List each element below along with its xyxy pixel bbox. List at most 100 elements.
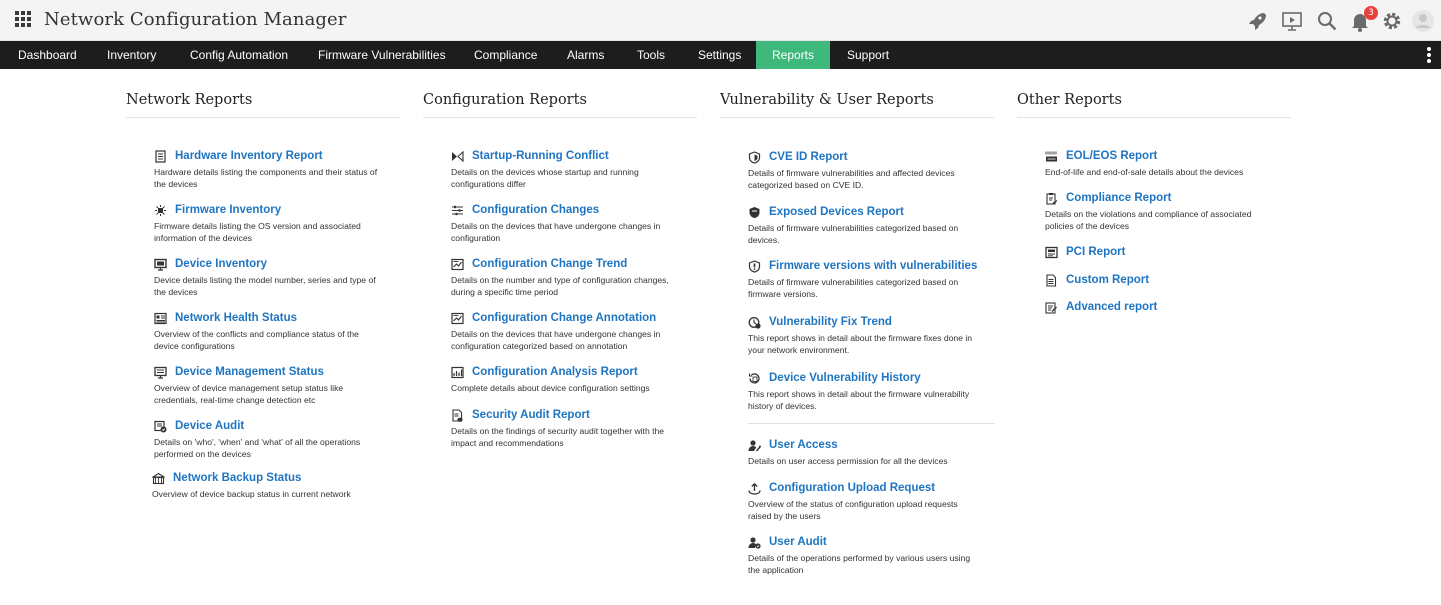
search-icon[interactable] [1315,9,1339,33]
report-advanced[interactable]: Advanced report [1045,299,1295,315]
report-link[interactable]: User Audit [769,536,827,548]
notification-badge[interactable]: 3 [1364,6,1378,20]
apps-grid-icon[interactable] [15,11,31,27]
pci-icon [1045,246,1058,259]
document-icon [154,149,167,163]
configuration-reports-column: Configuration Reports Startup-Running Co… [423,92,697,448]
report-link[interactable]: Configuration Analysis Report [472,366,638,378]
vulnerability-user-reports-column: Vulnerability & User Reports CVE ID Repo… [720,92,995,575]
report-link[interactable]: Device Audit [175,420,244,432]
report-description: Details on the number and type of config… [451,275,669,297]
trend-chart-icon [451,258,464,271]
report-security-audit[interactable]: Security Audit Report Details on the fin… [451,407,701,449]
more-options-icon[interactable] [1427,47,1431,63]
report-link[interactable]: Configuration Change Annotation [472,312,656,324]
report-network-backup-status[interactable]: Network Backup Status Overview of device… [152,470,402,501]
report-link[interactable]: Network Health Status [175,312,297,324]
nav-alarms[interactable]: Alarms [567,41,604,69]
history-icon [748,372,761,385]
report-description: Overview of the status of configuration … [748,499,958,521]
report-configuration-upload-request[interactable]: Configuration Upload Request Overview of… [748,480,998,522]
report-firmware-inventory[interactable]: Firmware Inventory Firmware details list… [154,202,404,244]
report-description: Details on 'who', 'when' and 'what' of a… [154,437,361,459]
report-link[interactable]: PCI Report [1066,246,1125,258]
report-device-inventory[interactable]: Device Inventory Device details listing … [154,256,404,298]
report-link[interactable]: Configuration Changes [472,204,599,216]
report-link[interactable]: Configuration Upload Request [769,482,935,494]
report-link[interactable]: Exposed Devices Report [769,206,904,218]
report-description: Details on the devices whose startup and… [451,167,639,189]
report-link[interactable]: Configuration Change Trend [472,258,627,270]
report-link[interactable]: Hardware Inventory Report [175,150,323,162]
report-link[interactable]: Advanced report [1066,301,1157,313]
nav-dashboard[interactable]: Dashboard [18,41,77,69]
report-firmware-versions-vulnerabilities[interactable]: Firmware versions with vulnerabilities D… [748,258,998,300]
desktop-icon [154,366,167,379]
analysis-icon [451,366,464,379]
report-link[interactable]: Network Backup Status [173,472,301,484]
report-link[interactable]: Compliance Report [1066,192,1171,204]
report-description: Details on the findings of security audi… [451,426,665,448]
report-description: Overview of device backup status in curr… [152,489,351,499]
health-card-icon [154,312,167,325]
report-vulnerability-fix-trend[interactable]: Vulnerability Fix Trend This report show… [748,314,998,356]
report-configuration-change-annotation[interactable]: Configuration Change Annotation Details … [451,310,701,352]
report-description: Overview of device management setup stat… [154,383,344,405]
report-link[interactable]: Security Audit Report [472,409,590,421]
user-avatar-icon[interactable] [1411,9,1435,33]
custom-doc-icon [1045,273,1058,287]
report-link[interactable]: Custom Report [1066,274,1149,286]
gear-icon[interactable] [1380,9,1404,33]
nav-reports[interactable]: Reports [756,41,831,69]
report-eol-eos[interactable]: EOL/EOS Report End-of-life and end-of-sa… [1045,148,1295,179]
report-description: Complete details about device configurat… [451,383,650,393]
report-startup-running-conflict[interactable]: Startup-Running Conflict Details on the … [451,148,701,190]
report-description: Details on the devices that have undergo… [451,221,661,243]
report-link[interactable]: EOL/EOS Report [1066,150,1157,162]
report-link[interactable]: Firmware Inventory [175,204,281,216]
report-link[interactable]: Firmware versions with vulnerabilities [769,260,977,272]
report-network-health-status[interactable]: Network Health Status Overview of the co… [154,310,404,352]
report-description: This report shows in detail about the fi… [748,333,973,355]
report-device-management-status[interactable]: Device Management Status Overview of dev… [154,364,404,406]
nav-inventory[interactable]: Inventory [107,41,156,69]
report-device-vulnerability-history[interactable]: Device Vulnerability History This report… [748,370,998,412]
fix-trend-icon [748,316,761,329]
report-pci[interactable]: PCI Report [1045,244,1295,260]
report-compliance[interactable]: Compliance Report Details on the violati… [1045,190,1295,232]
report-description: Details of the operations performed by v… [748,553,971,575]
report-link[interactable]: Device Inventory [175,258,267,270]
nav-support[interactable]: Support [847,41,889,69]
nav-firmware-vulnerabilities[interactable]: Firmware Vulnerabilities [318,41,446,69]
presentation-icon[interactable] [1280,9,1304,33]
report-hardware-inventory[interactable]: Hardware Inventory Report Hardware detai… [154,148,404,190]
report-link[interactable]: CVE ID Report [769,151,848,163]
report-link[interactable]: Vulnerability Fix Trend [769,316,892,328]
nav-config-automation[interactable]: Config Automation [190,41,288,69]
report-link[interactable]: Startup-Running Conflict [472,150,609,162]
column-title: Vulnerability & User Reports [720,92,994,118]
report-configuration-change-trend[interactable]: Configuration Change Trend Details on th… [451,256,701,298]
annotation-icon [451,312,464,325]
monitor-icon [154,258,167,271]
report-user-audit[interactable]: User Audit Details of the operations per… [748,534,998,576]
shield-filled-icon [748,206,761,219]
report-user-access[interactable]: User Access Details on user access permi… [748,437,998,468]
audit-icon [154,420,167,433]
report-custom[interactable]: Custom Report [1045,272,1295,288]
report-description: Firmware details listing the OS version … [154,221,361,243]
report-cve-id[interactable]: CVE ID Report Details of firmware vulner… [748,149,998,191]
report-link[interactable]: Device Management Status [175,366,324,378]
report-configuration-changes[interactable]: Configuration Changes Details on the dev… [451,202,701,244]
report-link[interactable]: Device Vulnerability History [769,372,921,384]
report-description: Details of firmware vulnerabilities cate… [748,277,959,299]
report-exposed-devices[interactable]: Exposed Devices Report Details of firmwa… [748,204,998,246]
conflict-icon [451,150,464,163]
report-link[interactable]: User Access [769,439,838,451]
nav-tools[interactable]: Tools [637,41,665,69]
rocket-icon[interactable] [1245,9,1269,33]
nav-compliance[interactable]: Compliance [474,41,537,69]
nav-settings[interactable]: Settings [698,41,741,69]
report-configuration-analysis[interactable]: Configuration Analysis Report Complete d… [451,364,701,395]
report-device-audit[interactable]: Device Audit Details on 'who', 'when' an… [154,418,404,460]
